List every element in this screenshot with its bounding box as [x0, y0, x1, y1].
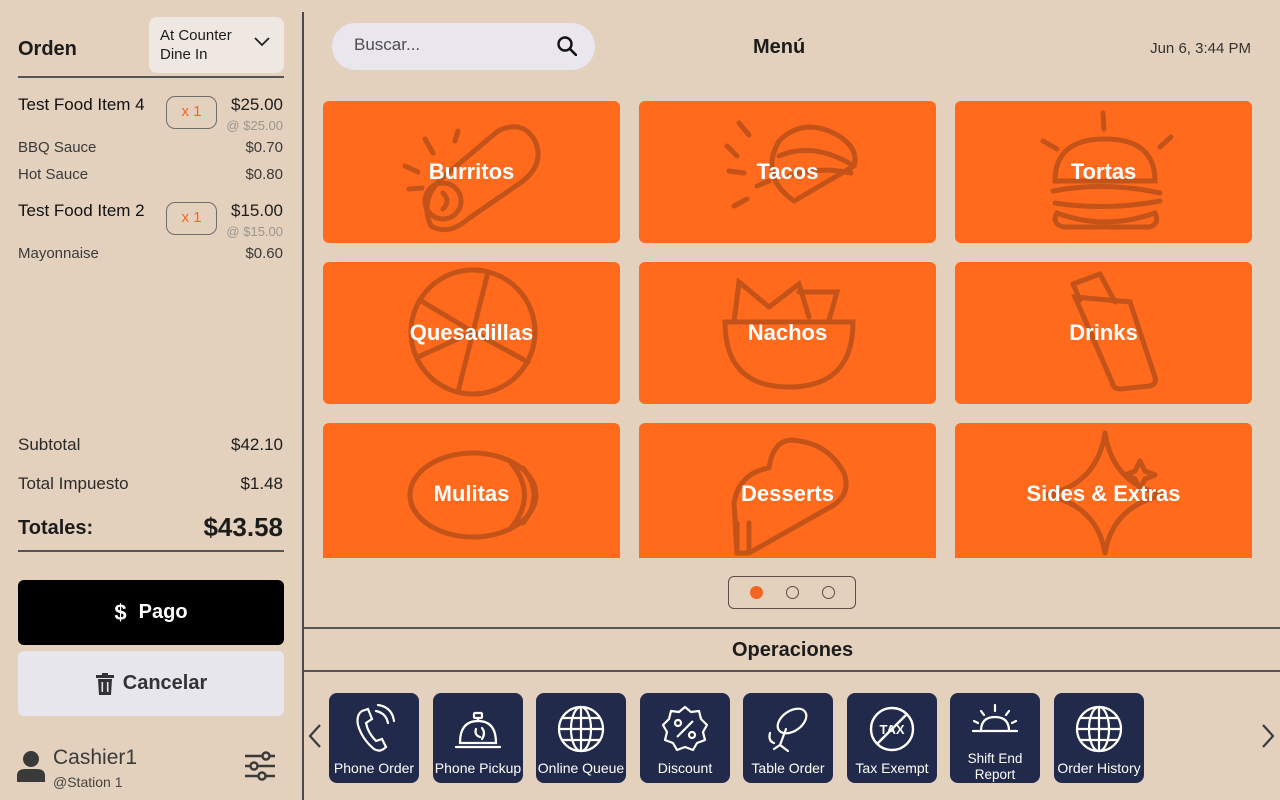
- order-title: Orden: [18, 38, 77, 60]
- pay-button-label: Pago: [138, 601, 188, 623]
- shift-end-report-button[interactable]: Shift End Report: [950, 693, 1040, 783]
- category-tile-burritos[interactable]: Burritos: [323, 101, 620, 243]
- search-input[interactable]: [354, 35, 544, 55]
- user-icon: [17, 751, 45, 782]
- operation-label: Table Order: [751, 760, 825, 776]
- page-dot-2[interactable]: [786, 586, 799, 599]
- order-item-price: $15.00: [231, 201, 283, 220]
- cashier-name: Cashier1: [53, 746, 138, 769]
- chevron-right-icon[interactable]: [1260, 722, 1276, 750]
- operation-label: Tax Exempt: [855, 760, 929, 776]
- order-history-button[interactable]: Order History: [1054, 693, 1144, 783]
- globe-icon: [557, 705, 605, 753]
- divider: [18, 76, 284, 78]
- svg-text:TAX: TAX: [879, 722, 904, 737]
- menu-title: Menú: [753, 36, 806, 58]
- search-bar[interactable]: [332, 23, 595, 70]
- phone-pickup-button[interactable]: Phone Pickup: [433, 693, 523, 783]
- phone-icon: [356, 703, 396, 752]
- category-tile-tacos[interactable]: Tacos: [639, 101, 936, 243]
- modifier-price: $0.70: [245, 139, 283, 156]
- divider: [304, 627, 1280, 629]
- tax-value: $1.48: [240, 474, 283, 493]
- category-tile-tortas[interactable]: Tortas: [955, 101, 1252, 243]
- divider: [304, 670, 1280, 672]
- table-order-button[interactable]: Table Order: [743, 693, 833, 783]
- category-label: Mulitas: [433, 481, 510, 506]
- operation-label: Discount: [657, 760, 713, 776]
- modifier-name: Hot Sauce: [18, 166, 89, 183]
- globe-icon: [1075, 705, 1123, 753]
- category-tile-drinks[interactable]: Drinks: [955, 262, 1252, 404]
- service-bell-icon: [454, 711, 502, 749]
- category-label: Tortas: [1070, 159, 1137, 184]
- order-item-unit-price: @ $25.00: [226, 118, 283, 133]
- phone-order-button[interactable]: Phone Order: [329, 693, 419, 783]
- category-label: Drinks: [1069, 320, 1138, 345]
- chevron-left-icon[interactable]: [307, 722, 323, 750]
- operation-label: Online Queue: [537, 760, 625, 776]
- order-item-name[interactable]: Test Food Item 2: [18, 201, 145, 221]
- quantity-badge[interactable]: x 1: [166, 96, 217, 129]
- discount-button[interactable]: Discount: [640, 693, 730, 783]
- online-queue-button[interactable]: Online Queue: [536, 693, 626, 783]
- tax-exempt-icon: TAX: [869, 706, 915, 752]
- category-tile-nachos[interactable]: Nachos: [639, 262, 936, 404]
- menu-pager: [728, 576, 856, 609]
- percent-badge-icon: [661, 705, 709, 752]
- order-type-dropdown[interactable]: At Counter Dine In: [149, 17, 284, 73]
- sunset-icon: [971, 703, 1019, 733]
- datetime: Jun 6, 3:44 PM: [1150, 40, 1251, 57]
- search-icon[interactable]: [557, 36, 577, 56]
- dollar-icon: $: [114, 599, 127, 625]
- category-label: Tacos: [756, 159, 819, 184]
- category-label: Sides & Extras: [1026, 481, 1181, 506]
- category-tile-sides-extras[interactable]: Sides & Extras: [955, 423, 1252, 558]
- order-item-unit-price: @ $15.00: [226, 224, 283, 239]
- category-tile-mulitas[interactable]: Mulitas: [323, 423, 620, 558]
- cashier-station: @Station 1: [53, 774, 123, 790]
- cancel-button[interactable]: Cancelar: [18, 651, 284, 716]
- page-dot-3[interactable]: [822, 586, 835, 599]
- trash-icon: [95, 672, 114, 695]
- operation-label: Phone Order: [333, 760, 415, 776]
- category-tile-desserts[interactable]: Desserts: [639, 423, 936, 558]
- category-label: Nachos: [747, 320, 828, 345]
- chevron-down-icon: [254, 37, 270, 47]
- modifier-price: $0.80: [245, 166, 283, 183]
- order-item-name[interactable]: Test Food Item 4: [18, 95, 145, 115]
- tax-exempt-button[interactable]: TAX Tax Exempt: [847, 693, 937, 783]
- modifier-name: Mayonnaise: [18, 245, 99, 262]
- order-item-price: $25.00: [231, 95, 283, 114]
- divider: [18, 550, 284, 552]
- category-label: Desserts: [741, 481, 834, 506]
- operation-label: Phone Pickup: [434, 760, 522, 776]
- subtotal-value: $42.10: [231, 435, 283, 454]
- order-type-mode: Dine In: [160, 46, 208, 63]
- operations-title: Operaciones: [732, 639, 854, 661]
- pay-button[interactable]: $ Pago: [18, 580, 284, 645]
- modifier-price: $0.60: [245, 245, 283, 262]
- subtotal-label: Subtotal: [18, 435, 81, 454]
- operation-label: Shift End Report: [967, 751, 1023, 782]
- modifier-name: BBQ Sauce: [18, 139, 97, 156]
- tax-label: Total Impuesto: [18, 474, 129, 493]
- category-tile-quesadillas[interactable]: Quesadillas: [323, 262, 620, 404]
- panel-divider: [302, 12, 304, 800]
- quantity-badge[interactable]: x 1: [166, 202, 217, 235]
- settings-sliders-icon[interactable]: [243, 750, 277, 782]
- category-label: Quesadillas: [409, 320, 534, 345]
- page-dot-1[interactable]: [750, 586, 763, 599]
- order-panel: Orden At Counter Dine In Test Food Item …: [0, 0, 302, 800]
- operation-label: Order History: [1057, 760, 1141, 776]
- table-icon: [768, 707, 808, 753]
- category-label: Burritos: [428, 159, 515, 184]
- total-value: $43.58: [203, 512, 283, 542]
- cancel-button-label: Cancelar: [122, 672, 208, 694]
- total-label: Totales:: [18, 517, 94, 539]
